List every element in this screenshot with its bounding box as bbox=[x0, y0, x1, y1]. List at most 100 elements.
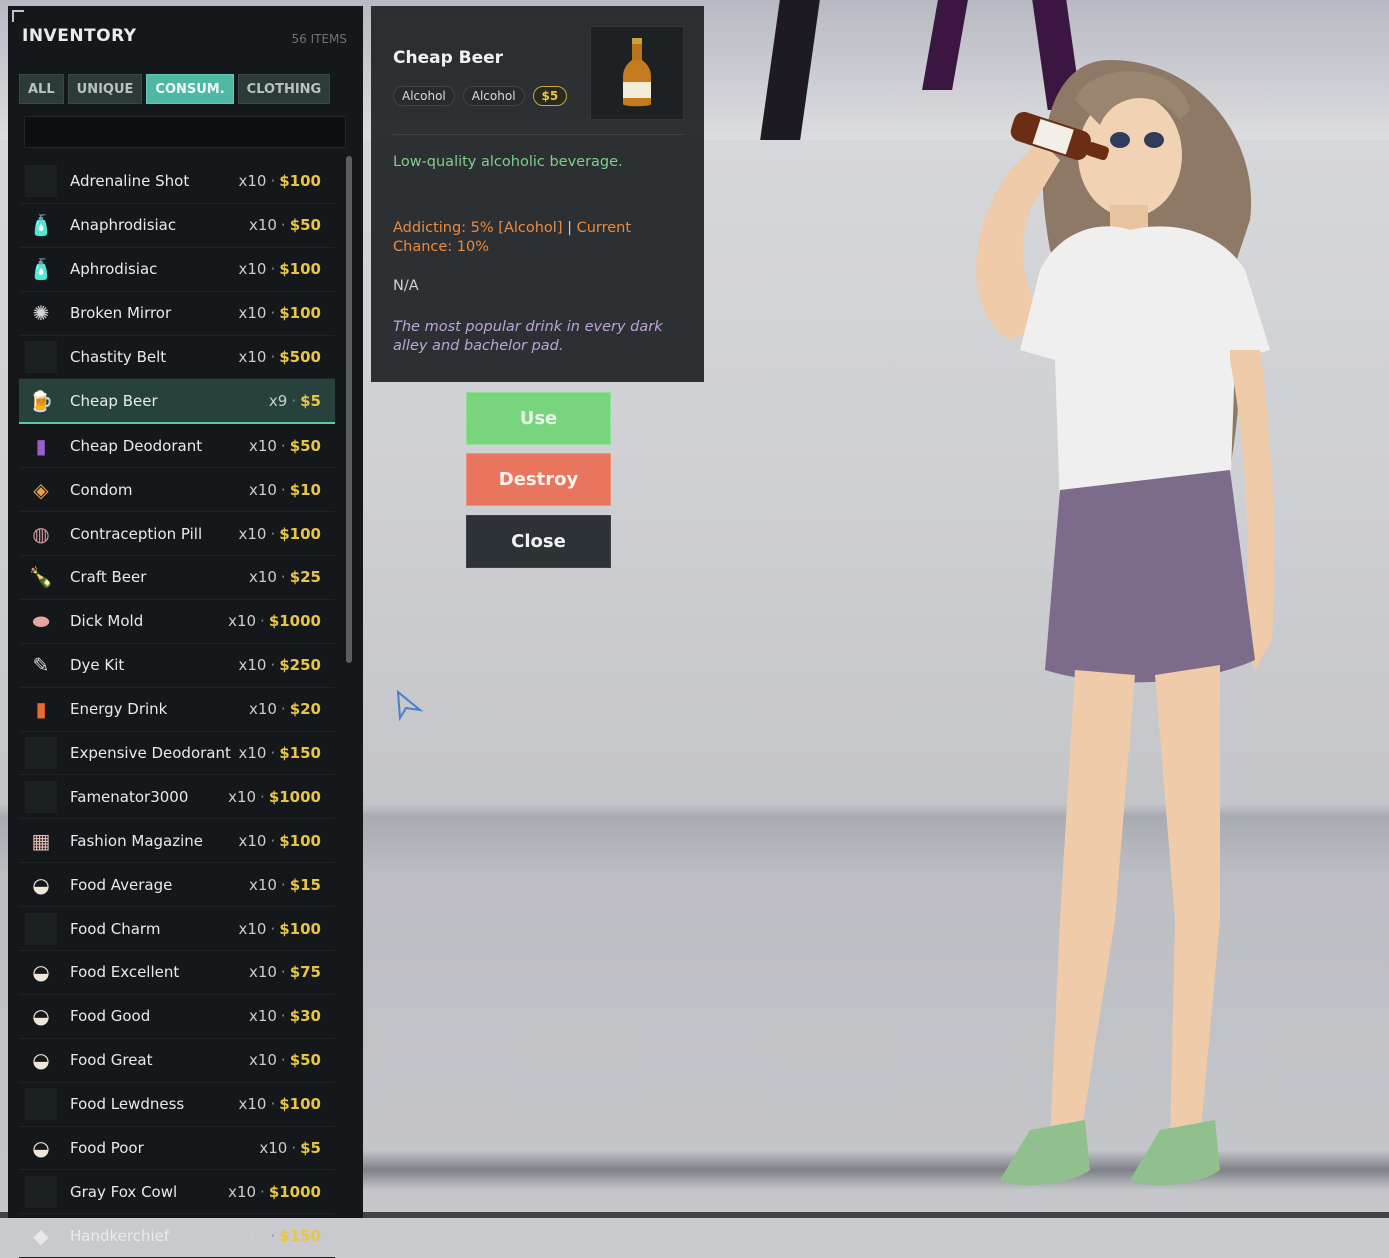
inventory-item-row[interactable]: Food Charm x10 · $100 bbox=[19, 907, 335, 952]
item-price: $5 bbox=[300, 391, 321, 410]
brush-icon: ✎ bbox=[32, 653, 50, 678]
item-name: Food Good bbox=[70, 1007, 151, 1026]
item-thumbnail bbox=[590, 26, 684, 120]
item-name: Broken Mirror bbox=[70, 304, 172, 323]
tab-clothing[interactable]: CLOTHING bbox=[237, 74, 331, 104]
food-icon: ◒ bbox=[32, 1004, 50, 1029]
detail-divider bbox=[393, 134, 685, 135]
item-name: Condom bbox=[70, 480, 133, 499]
item-name: Dye Kit bbox=[70, 656, 125, 675]
inventory-item-row[interactable]: ▮ Cheap Deodorant x10 · $50 bbox=[19, 424, 335, 469]
item-price: $10 bbox=[289, 480, 321, 499]
mirror-icon: ✺ bbox=[32, 301, 50, 326]
item-tag: Alcohol bbox=[393, 86, 455, 106]
inventory-item-row[interactable]: ◈ Condom x10 · $10 bbox=[19, 468, 335, 513]
inventory-item-row[interactable]: ✎ Dye Kit x10 · $250 bbox=[19, 644, 335, 688]
inventory-scrollbar[interactable] bbox=[346, 156, 352, 663]
inventory-item-row[interactable]: Famenator3000 x10 · $1000 bbox=[19, 775, 335, 820]
item-separator: · bbox=[270, 524, 276, 543]
item-quantity: x9 bbox=[268, 391, 288, 410]
item-name: Food Lewdness bbox=[70, 1095, 185, 1114]
item-separator: · bbox=[280, 700, 286, 719]
item-quantity: x10 bbox=[238, 304, 267, 323]
item-quantity: x10 bbox=[248, 1051, 277, 1070]
item-price: $20 bbox=[289, 700, 321, 719]
tab-unique[interactable]: UNIQUE bbox=[67, 74, 143, 104]
item-name: Craft Beer bbox=[70, 568, 147, 587]
item-icon-placeholder bbox=[25, 1088, 57, 1121]
beer-icon: 🍺 bbox=[28, 388, 54, 413]
tab-consumables[interactable]: CONSUM. bbox=[146, 74, 234, 104]
destroy-button[interactable]: Destroy bbox=[466, 453, 611, 506]
inventory-search-input[interactable] bbox=[24, 116, 346, 148]
item-price: $30 bbox=[289, 1007, 321, 1026]
item-separator: · bbox=[270, 744, 276, 763]
item-separator: · bbox=[270, 304, 276, 323]
inventory-item-row[interactable]: ◒ Food Great x10 · $50 bbox=[19, 1039, 335, 1083]
inventory-item-row[interactable]: Chastity Belt x10 · $500 bbox=[19, 336, 335, 380]
item-separator: · bbox=[270, 831, 276, 850]
potion-icon: 🧴 bbox=[28, 213, 54, 238]
inventory-item-row[interactable]: Expensive Deodorant x10 · $150 bbox=[19, 732, 335, 776]
inventory-item-row[interactable]: 🍾 Craft Beer x10 · $25 bbox=[19, 556, 335, 600]
inventory-item-row[interactable]: Adrenaline Shot x10 · $100 bbox=[19, 160, 335, 204]
addiction-rate: Addicting: 5% [Alcohol] bbox=[393, 220, 563, 236]
inventory-item-row[interactable]: ▮ Energy Drink x10 · $20 bbox=[19, 688, 335, 732]
inventory-item-row[interactable]: ◒ Food Good x10 · $30 bbox=[19, 995, 335, 1039]
inventory-item-row[interactable]: ◆ Handkerchief x10 · $150 bbox=[19, 1214, 335, 1258]
item-price: $25 bbox=[289, 568, 321, 587]
item-quantity: x10 bbox=[228, 787, 257, 806]
item-separator: · bbox=[280, 216, 286, 235]
item-price: $250 bbox=[279, 656, 321, 675]
item-separator: · bbox=[280, 1007, 286, 1026]
inventory-tabs: ALL UNIQUE CONSUM. CLOTHING bbox=[19, 74, 331, 104]
inventory-item-row[interactable]: 🍺 Cheap Beer x9 · $5 bbox=[19, 379, 335, 425]
mouse-cursor-icon bbox=[396, 690, 424, 722]
cloth-icon: ◆ bbox=[33, 1223, 49, 1248]
item-separator: · bbox=[280, 875, 286, 894]
item-quantity: x10 bbox=[238, 656, 267, 675]
inventory-item-row[interactable]: Gray Fox Cowl x10 · $1000 bbox=[19, 1170, 335, 1215]
panel-corner-marker bbox=[12, 10, 24, 22]
item-separator: · bbox=[270, 919, 276, 938]
item-quantity: x10 bbox=[248, 963, 277, 982]
condom-icon: ◈ bbox=[33, 477, 49, 502]
item-name: Food Poor bbox=[70, 1139, 144, 1158]
item-price: $75 bbox=[289, 963, 321, 982]
item-price: $50 bbox=[289, 216, 321, 235]
item-quantity: x10 bbox=[238, 524, 267, 543]
item-name: Aphrodisiac bbox=[70, 260, 158, 279]
tab-all[interactable]: ALL bbox=[19, 74, 64, 104]
inventory-item-row[interactable]: 🧴 Aphrodisiac x10 · $100 bbox=[19, 248, 335, 292]
item-separator: · bbox=[260, 787, 265, 806]
item-separator: · bbox=[291, 1139, 297, 1158]
item-name: Energy Drink bbox=[70, 700, 168, 719]
food-icon: ◒ bbox=[32, 960, 50, 985]
item-separator: · bbox=[270, 656, 276, 675]
inventory-item-row[interactable]: Food Lewdness x10 · $100 bbox=[19, 1083, 335, 1127]
item-price: $100 bbox=[279, 172, 321, 191]
item-quantity: x10 bbox=[238, 1226, 267, 1245]
item-separator: · bbox=[280, 480, 286, 499]
item-price: $500 bbox=[279, 348, 321, 366]
inventory-item-row[interactable]: 🧴 Anaphrodisiac x10 · $50 bbox=[19, 204, 335, 248]
inventory-item-row[interactable]: ◒ Food Poor x10 · $5 bbox=[19, 1127, 335, 1171]
item-tag: Alcohol bbox=[462, 86, 525, 106]
inventory-item-row[interactable]: ◍ Contraception Pill x10 · $100 bbox=[19, 512, 335, 557]
inventory-item-row[interactable]: ⬬ Dick Mold x10 · $1000 bbox=[19, 600, 335, 644]
item-icon-placeholder bbox=[25, 912, 57, 945]
inventory-item-row[interactable]: ✺ Broken Mirror x10 · $100 bbox=[19, 292, 335, 336]
inventory-item-row[interactable]: ▦ Fashion Magazine x10 · $100 bbox=[19, 819, 335, 864]
item-price: $1000 bbox=[268, 787, 321, 806]
item-name: Food Excellent bbox=[70, 963, 180, 982]
inventory-item-row[interactable]: ◒ Food Excellent x10 · $75 bbox=[19, 951, 335, 995]
item-quantity: x10 bbox=[238, 744, 267, 763]
item-name: Fashion Magazine bbox=[70, 831, 204, 850]
use-button[interactable]: Use bbox=[466, 392, 611, 445]
close-button[interactable]: Close bbox=[466, 515, 611, 568]
inventory-item-row[interactable]: ◒ Food Average x10 · $15 bbox=[19, 863, 335, 908]
inventory-item-list: Adrenaline Shot x10 · $100 🧴 Anaphrodisiac x10… bbox=[19, 160, 335, 1258]
item-quantity: x10 bbox=[248, 216, 277, 235]
item-detail-title: Cheap Beer bbox=[393, 48, 504, 68]
inventory-header: INVENTORY 56 ITEMS bbox=[22, 26, 347, 52]
